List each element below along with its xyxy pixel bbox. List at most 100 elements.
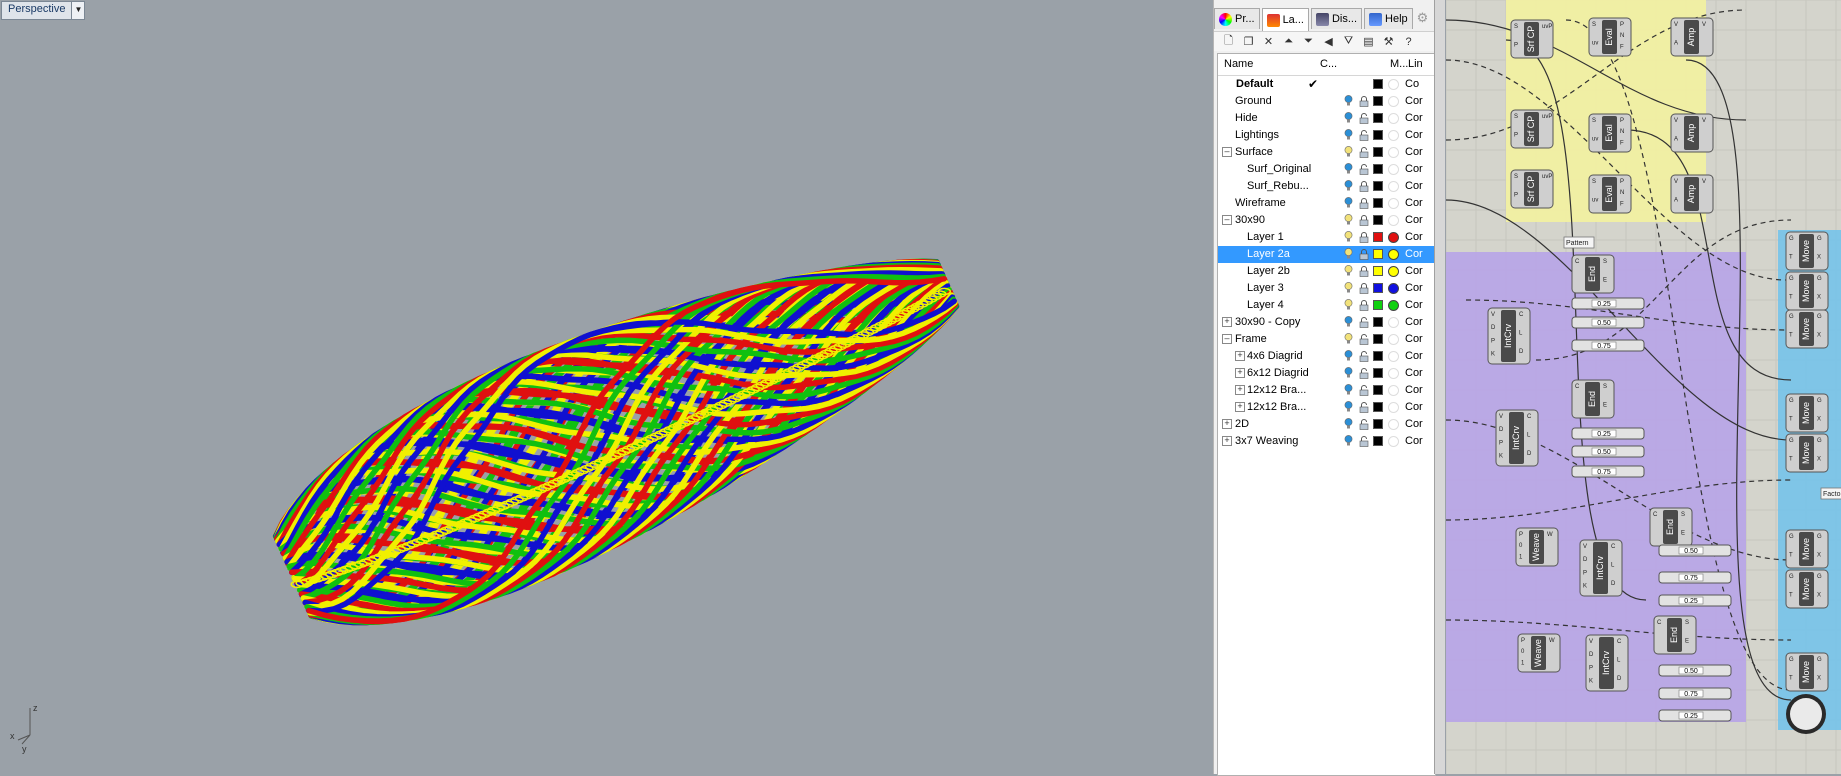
move-parent-icon[interactable]: ◀ xyxy=(1320,34,1337,50)
material-swatch-icon[interactable] xyxy=(1388,419,1399,430)
linetype-label[interactable]: Cor xyxy=(1405,265,1423,277)
unlock-icon[interactable] xyxy=(1359,334,1369,345)
layer-name[interactable]: 2D xyxy=(1235,418,1249,430)
layer-row[interactable]: –30x90 Cor xyxy=(1218,212,1435,229)
layer-row[interactable]: – Frame Cor xyxy=(1218,331,1435,348)
layer-row[interactable]: +12x12 Bra... Cor xyxy=(1218,399,1435,416)
linetype-label[interactable]: Cor xyxy=(1405,248,1423,260)
visibility-bulb-icon[interactable] xyxy=(1344,231,1353,243)
gh-component-amp[interactable]: Amp V A V xyxy=(1670,17,1714,57)
linetype-label[interactable]: Cor xyxy=(1405,214,1423,226)
collapse-icon[interactable]: – xyxy=(1222,147,1232,157)
material-swatch-icon[interactable] xyxy=(1388,351,1399,362)
layer-name[interactable]: Layer 4 xyxy=(1247,299,1284,311)
gh-component-amp[interactable]: Amp V A V xyxy=(1670,174,1714,214)
canvas-navigation-icon[interactable] xyxy=(1786,694,1826,734)
unlock-icon[interactable] xyxy=(1359,351,1369,362)
layer-name[interactable]: Layer 2b xyxy=(1247,265,1290,277)
gh-component-srf-cp[interactable]: Srf CP S PuvP xyxy=(1510,169,1554,209)
material-swatch-icon[interactable] xyxy=(1388,385,1399,396)
material-swatch-icon[interactable] xyxy=(1388,266,1399,277)
layer-row[interactable]: Layer 1 Cor xyxy=(1218,229,1435,246)
expand-icon[interactable]: + xyxy=(1235,351,1245,361)
visibility-bulb-icon[interactable] xyxy=(1344,282,1353,294)
material-swatch-icon[interactable] xyxy=(1388,249,1399,260)
layer-row[interactable]: Hide Cor xyxy=(1218,110,1435,127)
gh-component-intcrv[interactable]: IntCrvVDPKCLD xyxy=(1495,409,1539,467)
layer-name[interactable]: 30x90 - Copy xyxy=(1235,316,1300,328)
layer-states-icon[interactable]: ▤ xyxy=(1360,34,1377,50)
unlock-icon[interactable] xyxy=(1359,113,1369,124)
unlock-icon[interactable] xyxy=(1359,402,1369,413)
layer-color-swatch[interactable] xyxy=(1373,283,1383,293)
linetype-label[interactable]: Cor xyxy=(1405,299,1423,311)
linetype-label[interactable]: Cor xyxy=(1405,333,1423,345)
new-sublayer-icon[interactable]: ❐ xyxy=(1240,34,1257,50)
lock-icon[interactable] xyxy=(1359,215,1369,226)
layer-name[interactable]: Surf_Rebu... xyxy=(1247,180,1309,192)
gh-component-end[interactable]: End C S E xyxy=(1571,379,1615,419)
lock-icon[interactable] xyxy=(1359,283,1369,294)
panel-options-icon[interactable]: ⚙ xyxy=(1417,8,1429,30)
tab-display[interactable]: Dis... xyxy=(1310,8,1363,29)
layer-row[interactable]: +3x7 Weaving Cor xyxy=(1218,433,1435,450)
expand-icon[interactable]: + xyxy=(1222,317,1232,327)
visibility-bulb-icon[interactable] xyxy=(1344,112,1353,124)
lock-icon[interactable] xyxy=(1359,249,1369,260)
visibility-bulb-icon[interactable] xyxy=(1344,180,1353,192)
layer-row[interactable]: Surf_Original Cor xyxy=(1218,161,1435,178)
gh-component-weave[interactable]: WeaveP01W xyxy=(1515,527,1559,567)
material-swatch-icon[interactable] xyxy=(1388,283,1399,294)
layer-row[interactable]: Layer 2a Cor xyxy=(1218,246,1435,263)
collapse-icon[interactable]: – xyxy=(1222,215,1232,225)
linetype-label[interactable]: Co xyxy=(1405,78,1419,90)
layer-color-swatch[interactable] xyxy=(1373,317,1383,327)
layer-row[interactable]: – Surface Cor xyxy=(1218,144,1435,161)
grasshopper-canvas[interactable]: Srf CP S PuvP Eval Suv P N F Amp V A V Srf CP S PuvP Ev… xyxy=(1446,0,1841,774)
layer-color-swatch[interactable] xyxy=(1373,419,1383,429)
layer-color-swatch[interactable] xyxy=(1373,215,1383,225)
visibility-bulb-icon[interactable] xyxy=(1344,299,1353,311)
layer-color-swatch[interactable] xyxy=(1373,164,1383,174)
visibility-bulb-icon[interactable] xyxy=(1344,384,1353,396)
layer-color-swatch[interactable] xyxy=(1373,351,1383,361)
linetype-label[interactable]: Cor xyxy=(1405,146,1423,158)
viewport-menu-icon[interactable]: ▼ xyxy=(71,2,85,19)
perspective-viewport[interactable]: Perspective ▼ z x y xyxy=(0,0,1208,774)
expand-icon[interactable]: + xyxy=(1235,402,1245,412)
layer-color-swatch[interactable] xyxy=(1373,232,1383,242)
material-swatch-icon[interactable] xyxy=(1388,79,1399,90)
material-swatch-icon[interactable] xyxy=(1388,215,1399,226)
panel-splitter[interactable] xyxy=(1434,0,1445,774)
layer-name[interactable]: 3x7 Weaving xyxy=(1235,435,1298,447)
lock-icon[interactable] xyxy=(1359,96,1369,107)
material-swatch-icon[interactable] xyxy=(1388,402,1399,413)
layer-name[interactable]: 30x90 xyxy=(1235,214,1265,226)
unlock-icon[interactable] xyxy=(1359,368,1369,379)
visibility-bulb-icon[interactable] xyxy=(1344,95,1353,107)
expand-icon[interactable]: + xyxy=(1222,436,1232,446)
lock-icon[interactable] xyxy=(1359,232,1369,243)
material-swatch-icon[interactable] xyxy=(1388,436,1399,447)
material-swatch-icon[interactable] xyxy=(1388,164,1399,175)
viewport-title-tab[interactable]: Perspective ▼ xyxy=(1,1,86,20)
unlock-icon[interactable] xyxy=(1359,164,1369,175)
gh-component-move[interactable]: Move G T G X xyxy=(1785,569,1829,609)
material-swatch-icon[interactable] xyxy=(1388,113,1399,124)
visibility-bulb-icon[interactable] xyxy=(1344,435,1353,447)
gh-component-eval[interactable]: Eval Suv PNF xyxy=(1588,113,1632,153)
linetype-label[interactable]: Cor xyxy=(1405,129,1423,141)
layer-row[interactable]: +12x12 Bra... Cor xyxy=(1218,382,1435,399)
visibility-bulb-icon[interactable] xyxy=(1344,367,1353,379)
layer-row[interactable]: Lightings Cor xyxy=(1218,127,1435,144)
lock-icon[interactable] xyxy=(1359,181,1369,192)
gh-component-eval[interactable]: Eval Suv PNF xyxy=(1588,17,1632,57)
gh-component-move[interactable]: Move G T G X xyxy=(1785,652,1829,692)
unlock-icon[interactable] xyxy=(1359,436,1369,447)
visibility-bulb-icon[interactable] xyxy=(1344,163,1353,175)
tab-layers[interactable]: La... xyxy=(1261,8,1309,31)
layer-color-swatch[interactable] xyxy=(1373,198,1383,208)
layer-name[interactable]: Wireframe xyxy=(1235,197,1286,209)
visibility-bulb-icon[interactable] xyxy=(1344,214,1353,226)
number-slider[interactable]: 0.25 xyxy=(1658,709,1732,722)
